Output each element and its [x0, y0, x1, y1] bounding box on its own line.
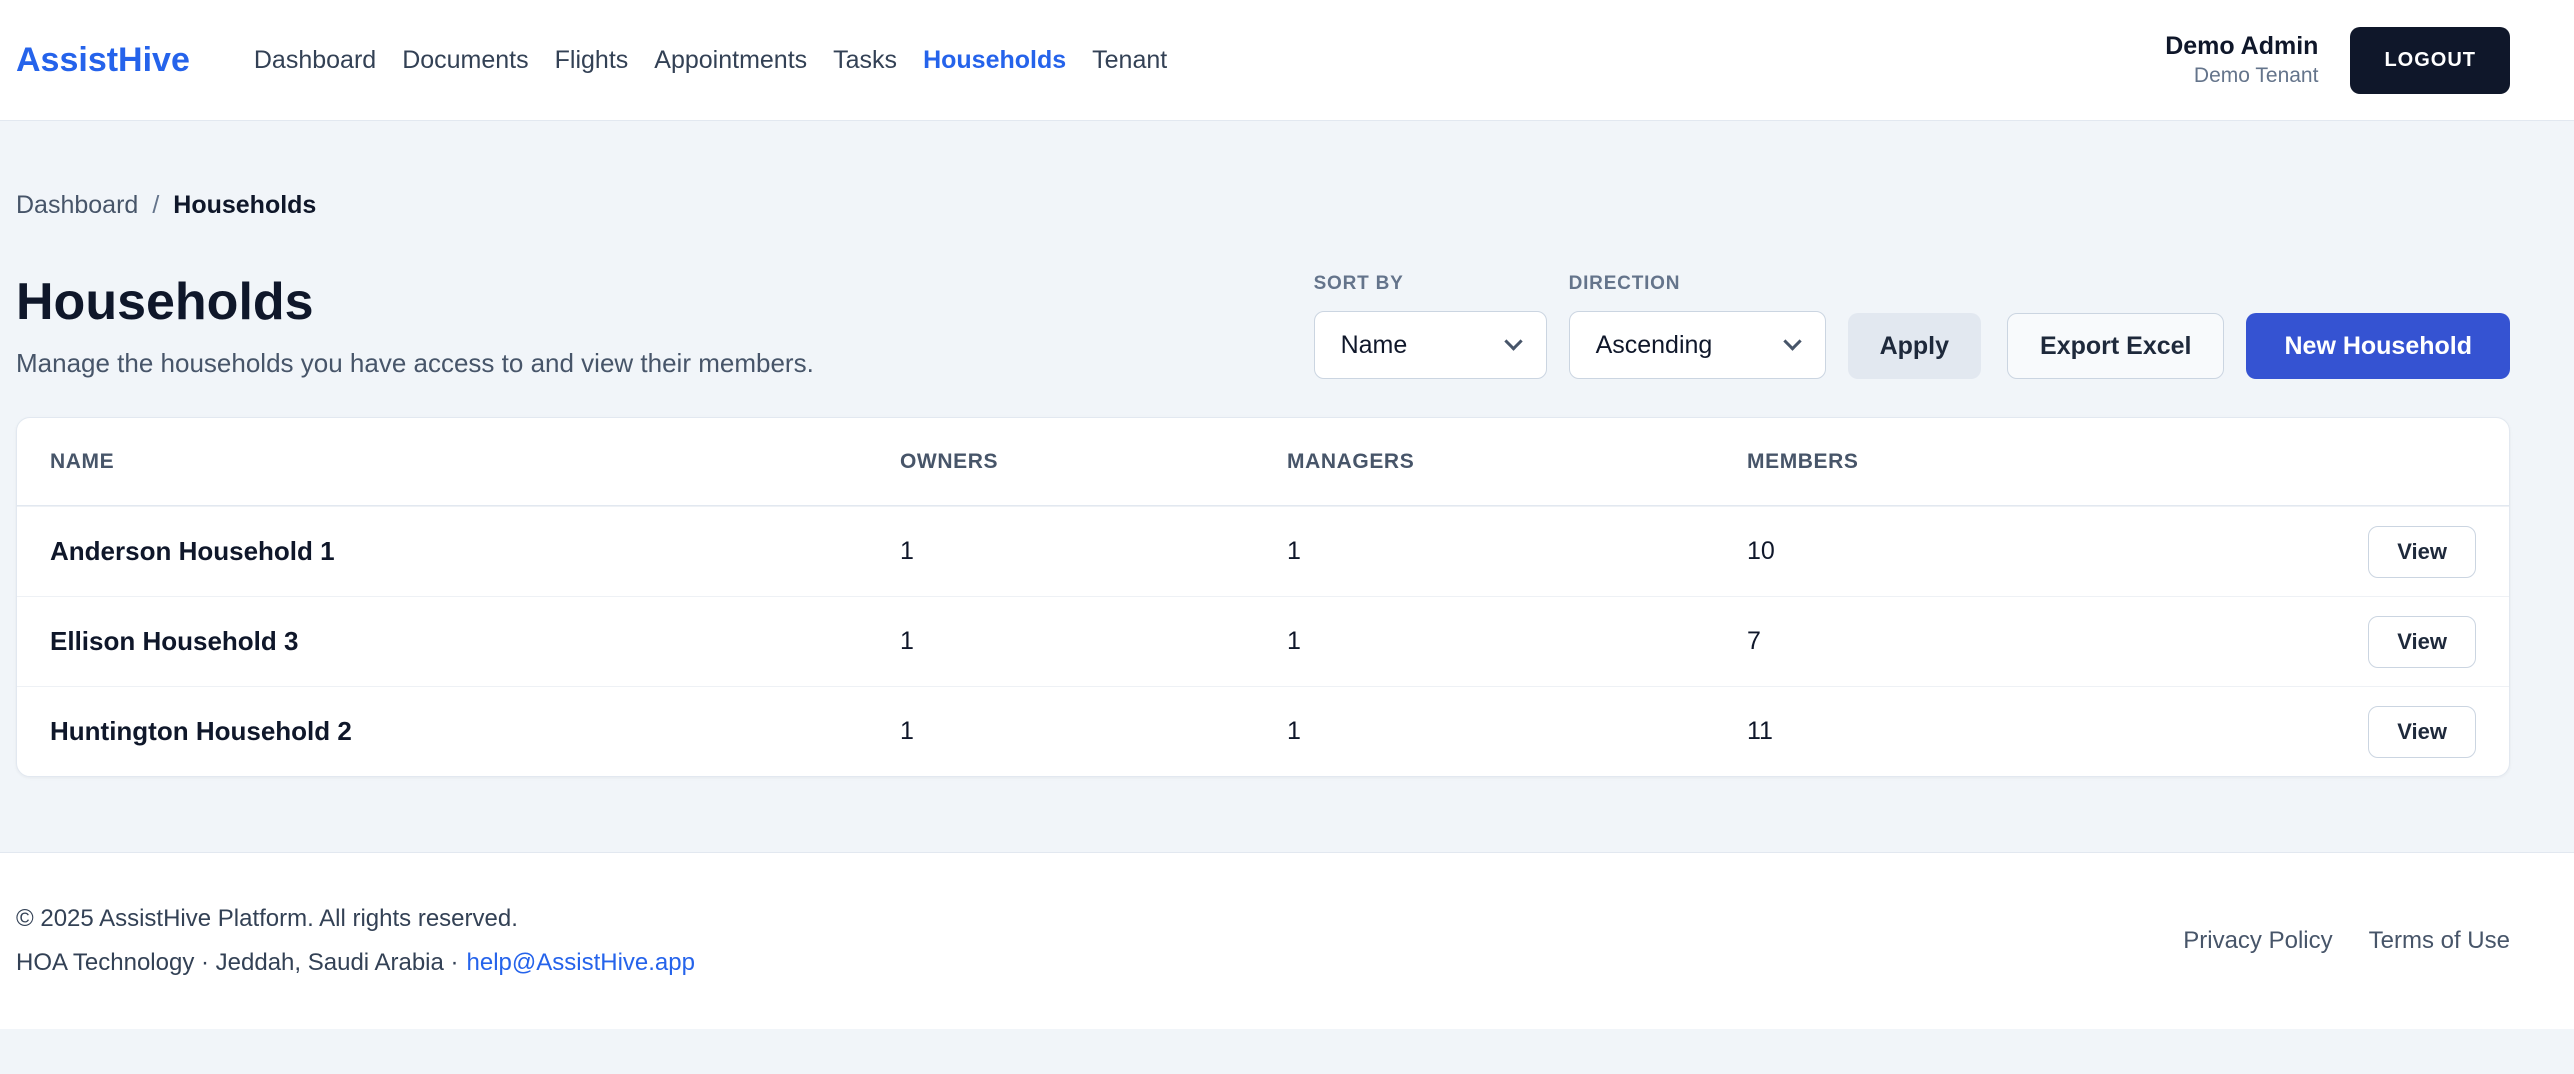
- column-header-name: NAME: [50, 450, 900, 474]
- column-header-members: MEMBERS: [1747, 450, 2476, 474]
- nav-item-dashboard[interactable]: Dashboard: [254, 46, 376, 75]
- nav-item-households[interactable]: Households: [923, 46, 1066, 75]
- table-header-row: NAME OWNERS MANAGERS MEMBERS: [17, 418, 2509, 506]
- list-controls: SORT BY Name DIRECTION Ascending Apply E…: [1314, 273, 2510, 379]
- chevron-down-icon: [1783, 332, 1801, 350]
- breadcrumb-current: Households: [173, 191, 316, 220]
- table-row: Anderson Household 1 1 1 10 View: [17, 506, 2509, 596]
- brand-logo[interactable]: AssistHive: [16, 41, 190, 80]
- nav-item-documents[interactable]: Documents: [402, 46, 528, 75]
- breadcrumb-separator: /: [152, 191, 159, 220]
- apply-button[interactable]: Apply: [1848, 313, 1981, 379]
- managers-count: 1: [1287, 537, 1747, 566]
- page-title: Households: [16, 272, 814, 332]
- household-name: Ellison Household 3: [50, 626, 900, 657]
- user-name: Demo Admin: [2165, 31, 2318, 62]
- nav-item-flights[interactable]: Flights: [555, 46, 629, 75]
- new-household-button[interactable]: New Household: [2246, 313, 2510, 379]
- household-name: Anderson Household 1: [50, 536, 900, 567]
- page-subtitle: Manage the households you have access to…: [16, 348, 814, 379]
- footer-links: Privacy Policy Terms of Use: [2183, 927, 2510, 955]
- breadcrumb: Dashboard / Households: [16, 121, 2510, 220]
- privacy-policy-link[interactable]: Privacy Policy: [2183, 927, 2332, 955]
- table-row: Ellison Household 3 1 1 7 View: [17, 596, 2509, 686]
- households-table-card: NAME OWNERS MANAGERS MEMBERS Anderson Ho…: [16, 417, 2510, 777]
- owners-count: 1: [900, 627, 1287, 656]
- direction-select[interactable]: Ascending: [1569, 311, 1826, 379]
- logout-button[interactable]: LOGOUT: [2350, 27, 2510, 94]
- nav-item-appointments[interactable]: Appointments: [654, 46, 807, 75]
- page-header: Households Manage the households you hav…: [16, 272, 2510, 379]
- sort-by-label: SORT BY: [1314, 273, 1547, 295]
- terms-of-use-link[interactable]: Terms of Use: [2369, 927, 2510, 955]
- view-button[interactable]: View: [2368, 616, 2476, 668]
- members-count: 11: [1747, 717, 2368, 746]
- user-info: Demo Admin Demo Tenant: [2165, 31, 2318, 90]
- view-button[interactable]: View: [2368, 526, 2476, 578]
- members-count: 7: [1747, 627, 2368, 656]
- managers-count: 1: [1287, 717, 1747, 746]
- column-header-owners: OWNERS: [900, 450, 1287, 474]
- chevron-down-icon: [1504, 332, 1522, 350]
- owners-count: 1: [900, 717, 1287, 746]
- column-header-managers: MANAGERS: [1287, 450, 1747, 474]
- company-info: HOA Technology · Jeddah, Saudi Arabia · h…: [16, 949, 695, 977]
- table-row: Huntington Household 2 1 1 11 View: [17, 686, 2509, 776]
- view-button[interactable]: View: [2368, 706, 2476, 758]
- household-name: Huntington Household 2: [50, 716, 900, 747]
- direction-label: DIRECTION: [1569, 273, 1826, 295]
- main-content: Dashboard / Households Households Manage…: [0, 121, 2574, 852]
- nav-item-tasks[interactable]: Tasks: [833, 46, 897, 75]
- footer: © 2025 AssistHive Platform. All rights r…: [0, 852, 2574, 1029]
- top-navigation: AssistHive Dashboard Documents Flights A…: [0, 0, 2574, 121]
- breadcrumb-dashboard-link[interactable]: Dashboard: [16, 191, 138, 220]
- members-count: 10: [1747, 537, 2368, 566]
- managers-count: 1: [1287, 627, 1747, 656]
- support-email-link[interactable]: help@AssistHive.app: [467, 949, 695, 976]
- company-text: HOA Technology · Jeddah, Saudi Arabia ·: [16, 949, 459, 976]
- direction-value: Ascending: [1596, 331, 1713, 360]
- main-nav: Dashboard Documents Flights Appointments…: [254, 46, 1167, 75]
- owners-count: 1: [900, 537, 1287, 566]
- copyright-text: © 2025 AssistHive Platform. All rights r…: [16, 905, 695, 933]
- sort-by-select[interactable]: Name: [1314, 311, 1547, 379]
- user-tenant: Demo Tenant: [2165, 62, 2318, 89]
- nav-item-tenant[interactable]: Tenant: [1092, 46, 1167, 75]
- sort-by-value: Name: [1341, 331, 1408, 360]
- export-excel-button[interactable]: Export Excel: [2007, 313, 2224, 379]
